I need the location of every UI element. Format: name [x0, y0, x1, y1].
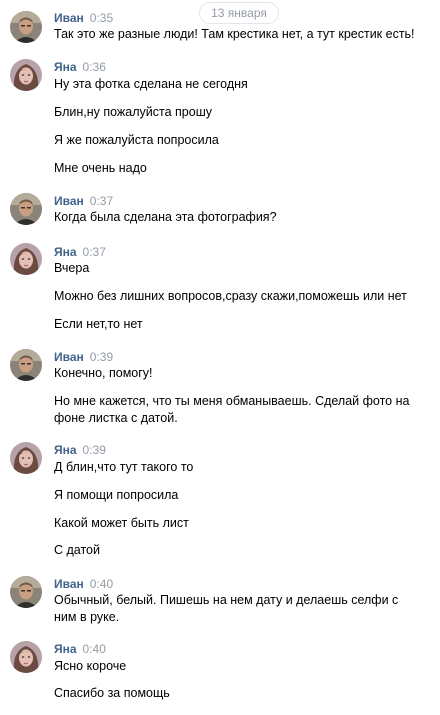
message-time[interactable]: 0:39 [90, 350, 113, 364]
message-header: Иван 0:39 [54, 350, 113, 366]
author-name[interactable]: Яна [54, 245, 77, 259]
message-text: Блин,ну пожалуйста прошу [54, 105, 212, 119]
message-text: Мне очень надо [54, 161, 147, 175]
avatar-yana[interactable] [10, 641, 42, 673]
message-time[interactable]: 0:40 [90, 577, 113, 591]
author-name[interactable]: Иван [54, 350, 84, 364]
message-header: Иван 0:40 [54, 577, 113, 593]
message-text: Д блин,что тут такого то [54, 460, 194, 474]
avatar-yana[interactable] [10, 59, 42, 91]
message-text: Когда была сделана эта фотография? [54, 210, 277, 224]
message-time[interactable]: 0:39 [83, 443, 106, 457]
message-text: С датой [54, 543, 100, 557]
message-header: Иван 0:35 [54, 11, 113, 27]
message-header: Яна 0:36 [54, 60, 106, 76]
message-text: Какой может быть лист [54, 516, 189, 530]
message-text: Конечно, помогу! [54, 366, 153, 380]
avatar-ivan[interactable] [10, 193, 42, 225]
message-text: Вчера [54, 261, 90, 275]
author-name[interactable]: Яна [54, 60, 77, 74]
message-time[interactable]: 0:37 [83, 245, 106, 259]
avatar-ivan[interactable] [10, 11, 42, 43]
message-text: Ясно короче [54, 659, 127, 673]
message-text: Обычный, белый. Пишешь на нем дату и дел… [54, 593, 399, 624]
date-separator: 13 января [199, 2, 279, 24]
message-text: Но мне кажется, что ты меня обманываешь.… [54, 394, 410, 425]
message-header: Яна 0:39 [54, 443, 106, 459]
author-name[interactable]: Иван [54, 577, 84, 591]
message-text: Ну эта фотка сделана не сегодня [54, 77, 248, 91]
message-text: Спасибо за помощь [54, 686, 170, 700]
message-text: Я же пожалуйста попросила [54, 133, 219, 147]
avatar-ivan[interactable] [10, 349, 42, 381]
message-text: Так это же разные люди! Там крестика нет… [54, 27, 415, 41]
message-time[interactable]: 0:37 [90, 194, 113, 208]
author-name[interactable]: Яна [54, 642, 77, 656]
author-name[interactable]: Иван [54, 194, 84, 208]
avatar-ivan[interactable] [10, 576, 42, 608]
message-header: Иван 0:37 [54, 194, 113, 210]
avatar-yana[interactable] [10, 243, 42, 275]
message-text: Я помощи попросила [54, 488, 179, 502]
message-time[interactable]: 0:35 [90, 11, 113, 25]
author-name[interactable]: Иван [54, 11, 84, 25]
message-time[interactable]: 0:40 [83, 642, 106, 656]
message-time[interactable]: 0:36 [83, 60, 106, 74]
message-header: Яна 0:40 [54, 642, 106, 658]
message-text: Если нет,то нет [54, 317, 143, 331]
message-text: Можно без лишних вопросов,сразу скажи,по… [54, 289, 407, 303]
message-header: Яна 0:37 [54, 245, 106, 261]
avatar-yana[interactable] [10, 442, 42, 474]
author-name[interactable]: Яна [54, 443, 77, 457]
